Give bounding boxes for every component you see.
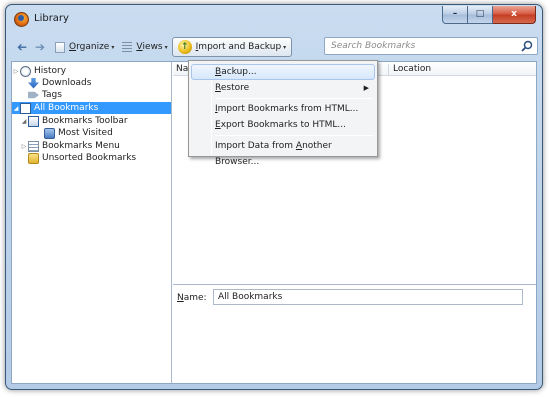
tree-item-label: History	[34, 66, 67, 76]
title-bar[interactable]: Library – □ x	[6, 5, 542, 33]
column-location[interactable]: Location	[388, 64, 431, 75]
import-backup-icon: ↑	[177, 40, 192, 54]
firefox-icon	[14, 12, 29, 27]
submenu-arrow-icon: ▶	[363, 84, 369, 92]
expand-toggle-icon[interactable]: ◢	[20, 118, 28, 125]
library-window: Library – □ x ➔ ➔ Organize ▾ Views ▾ ↑ I…	[5, 4, 543, 390]
tree-item-downloads[interactable]: Downloads	[12, 77, 91, 89]
menu-item-import-data-from-another-browser[interactable]: Import Data from Another Browser...	[191, 138, 375, 167]
unsorted-bookmarks-icon	[28, 152, 39, 164]
organize-menu-button[interactable]: Organize ▾	[55, 41, 115, 53]
views-label: iews	[142, 42, 163, 52]
bookmarks-toolbar-icon	[28, 115, 39, 127]
views-icon	[122, 41, 133, 53]
menu-item-import-bookmarks-from-html[interactable]: Import Bookmarks from HTML...	[191, 101, 375, 117]
back-arrow-icon[interactable]: ➔	[15, 40, 29, 54]
tree-item-label: Downloads	[42, 78, 92, 88]
menu-item-label: xport Bookmarks to HTML...	[220, 120, 346, 130]
menu-separator	[215, 135, 373, 136]
organize-icon	[55, 41, 65, 53]
name-label: Name:	[177, 293, 207, 303]
tree-item-label: Unsorted Bookmarks	[42, 153, 137, 163]
search-input[interactable]: Search Bookmarks	[324, 37, 538, 55]
chevron-down-icon: ▾	[164, 43, 168, 51]
chevron-down-icon: ▾	[283, 43, 287, 51]
tree-item-label: Most Visited	[58, 128, 113, 138]
menu-item-label: estore	[220, 83, 250, 93]
history-icon	[20, 65, 31, 77]
toolbar: ➔ ➔ Organize ▾ Views ▾ ↑ Import and Back…	[11, 35, 538, 59]
tree-item-tags[interactable]: Tags	[12, 89, 62, 101]
import-backup-label: mport and Backup	[198, 42, 282, 52]
tags-icon	[28, 91, 39, 99]
downloads-icon	[28, 77, 39, 89]
organize-label: rganize	[76, 42, 110, 52]
details-pane: Name: All Bookmarks	[173, 284, 536, 383]
search-placeholder: Search Bookmarks	[331, 41, 416, 51]
minimize-button[interactable]: –	[442, 6, 468, 24]
tree-item-bookmarks-menu[interactable]: ▷ Bookmarks Menu	[12, 140, 120, 152]
import-and-backup-button[interactable]: ↑ Import and Backup ▾	[171, 37, 293, 57]
organize-accesskey: O	[69, 42, 77, 52]
menu-separator	[215, 98, 373, 99]
tree-item-label: Tags	[42, 90, 62, 100]
menu-item-label: ackup...	[221, 67, 257, 77]
all-bookmarks-icon	[20, 102, 31, 114]
name-field[interactable]: All Bookmarks	[213, 289, 523, 305]
window-controls: – □ x	[442, 6, 536, 24]
tree-item-label: All Bookmarks	[34, 103, 99, 113]
menu-item-prefix: Import Data from	[215, 141, 296, 151]
chevron-down-icon: ▾	[111, 43, 115, 51]
import-backup-menu: Backup... Restore ▶ Import Bookmarks from H…	[188, 60, 378, 167]
close-button[interactable]: x	[493, 6, 536, 24]
menu-item-export-bookmarks-to-html[interactable]: Export Bookmarks to HTML...	[191, 117, 375, 133]
tree-item-history[interactable]: ▷ History	[12, 65, 66, 77]
tree-item-label: Bookmarks Menu	[42, 141, 120, 151]
expand-toggle-icon[interactable]: ▷	[20, 143, 28, 150]
forward-arrow-icon[interactable]: ➔	[33, 40, 47, 54]
menu-item-restore[interactable]: Restore ▶	[191, 80, 375, 96]
column-name[interactable]: Na	[176, 64, 188, 74]
menu-item-label: mport Bookmarks from HTML...	[217, 104, 359, 114]
tree-item-label: Bookmarks Toolbar	[42, 116, 128, 126]
tree-item-all-bookmarks[interactable]: ◢ All Bookmarks	[12, 102, 171, 114]
expand-toggle-icon[interactable]: ◢	[12, 105, 20, 112]
menu-item-backup[interactable]: Backup...	[191, 64, 375, 80]
views-menu-button[interactable]: Views ▾	[122, 41, 168, 53]
expand-toggle-icon[interactable]: ▷	[12, 68, 20, 75]
name-accesskey: N	[177, 293, 184, 303]
bookmarks-menu-icon	[28, 140, 39, 152]
search-icon[interactable]	[521, 40, 533, 52]
maximize-button[interactable]: □	[468, 6, 493, 24]
places-tree[interactable]: ▷ History Downloads Tags ◢ All Bookmarks ◢ Book…	[12, 62, 172, 383]
most-visited-icon	[44, 127, 55, 139]
name-label-text: ame:	[183, 293, 207, 303]
tree-item-unsorted-bookmarks[interactable]: Unsorted Bookmarks	[12, 152, 136, 164]
tree-item-most-visited[interactable]: Most Visited	[12, 127, 113, 139]
window-title: Library	[34, 13, 69, 24]
tree-item-bookmarks-toolbar[interactable]: ◢ Bookmarks Toolbar	[12, 115, 128, 127]
